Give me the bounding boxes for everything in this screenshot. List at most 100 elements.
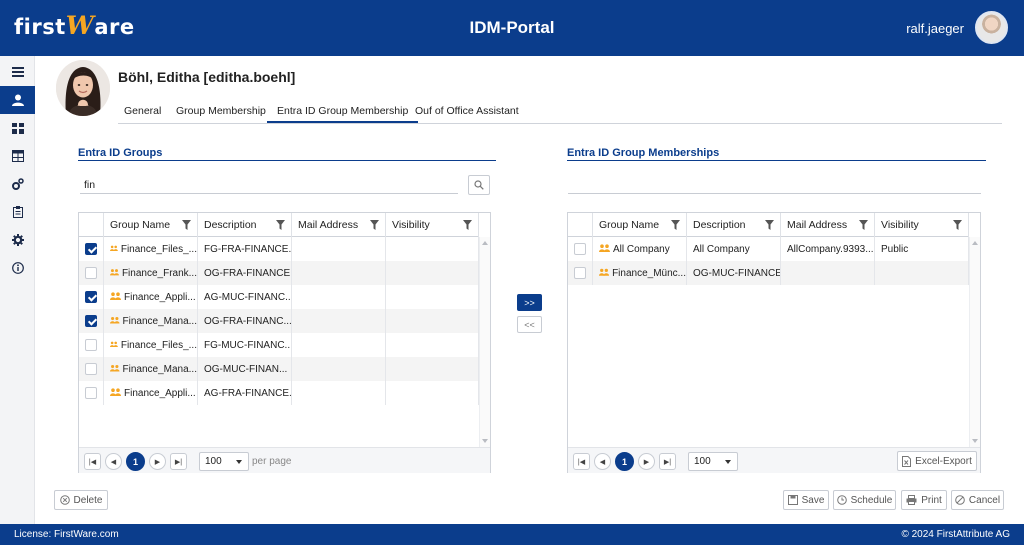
- cell-group-name-text: Finance_Appli...: [124, 387, 196, 399]
- table-row[interactable]: All Company All Company AllCompany.9393...…: [568, 237, 969, 261]
- next-page-button[interactable]: ▶: [638, 453, 655, 470]
- scroll-up-icon[interactable]: [972, 241, 978, 245]
- schedule-button[interactable]: Schedule: [833, 490, 896, 510]
- excel-export-label: Excel-Export: [915, 455, 972, 467]
- table-row[interactable]: Finance_Appli... AG-FRA-FINANCE...: [79, 381, 479, 405]
- row-checkbox[interactable]: [574, 243, 586, 255]
- cell-mail-address: [781, 261, 875, 285]
- gears-icon[interactable]: [0, 170, 35, 198]
- column-group-name[interactable]: Group Name: [104, 213, 198, 237]
- user-avatar[interactable]: [975, 11, 1008, 44]
- tab-general[interactable]: General: [124, 105, 161, 117]
- add-to-memberships-button[interactable]: >>: [517, 294, 542, 311]
- print-button[interactable]: Print: [901, 490, 947, 510]
- column-visibility[interactable]: Visibility: [386, 213, 479, 237]
- groups-search-input[interactable]: [80, 176, 458, 194]
- cell-description-text: OG-MUC-FINAN...: [204, 363, 288, 375]
- row-checkbox[interactable]: [85, 363, 97, 375]
- memberships-pager: |◀ ◀ 1 ▶ ▶| 100 Excel-Export: [568, 447, 980, 473]
- filter-icon[interactable]: [859, 220, 868, 230]
- table-row[interactable]: Finance_Mana... OG-FRA-FINANC...: [79, 309, 479, 333]
- scroll-up-icon[interactable]: [482, 241, 488, 245]
- row-checkbox[interactable]: [85, 291, 97, 303]
- page-size-select[interactable]: 100: [199, 452, 249, 471]
- left-panel-title: Entra ID Groups: [78, 147, 163, 159]
- column-label: Description: [204, 219, 257, 231]
- filter-icon[interactable]: [463, 220, 472, 230]
- user-icon[interactable]: [0, 86, 35, 114]
- remove-from-memberships-button[interactable]: <<: [517, 316, 542, 333]
- filter-icon[interactable]: [765, 220, 774, 230]
- row-checkbox[interactable]: [85, 387, 97, 399]
- row-checkbox[interactable]: [574, 267, 586, 279]
- clipboard-icon[interactable]: [0, 198, 35, 226]
- scroll-down-icon[interactable]: [482, 439, 488, 443]
- settings-icon[interactable]: [0, 226, 35, 254]
- row-checkbox[interactable]: [85, 339, 97, 351]
- user-photo: [56, 60, 110, 116]
- cell-group-name-text: Finance_Mana...: [122, 315, 198, 327]
- info-icon[interactable]: [0, 254, 35, 282]
- excel-export-button[interactable]: Excel-Export: [897, 451, 977, 471]
- license-text[interactable]: License: FirstWare.com: [14, 529, 119, 540]
- print-label: Print: [921, 494, 942, 506]
- table-row[interactable]: Finance_Mana... OG-MUC-FINAN...: [79, 357, 479, 381]
- column-mail-address[interactable]: Mail Address: [292, 213, 386, 237]
- current-page-button[interactable]: 1: [126, 452, 145, 471]
- table-row[interactable]: Finance_Appli... AG-MUC-FINANC...: [79, 285, 479, 309]
- column-group-name[interactable]: Group Name: [593, 213, 687, 237]
- first-page-button[interactable]: |◀: [84, 453, 101, 470]
- select-all-column[interactable]: [568, 213, 593, 237]
- page-size-select[interactable]: 100: [688, 452, 738, 471]
- cancel-button[interactable]: Cancel: [951, 490, 1004, 510]
- schedule-label: Schedule: [850, 494, 893, 506]
- table-row[interactable]: Finance_Münc... OG-MUC-FINANCE: [568, 261, 969, 285]
- next-page-button[interactable]: ▶: [149, 453, 166, 470]
- select-all-column[interactable]: [79, 213, 104, 237]
- scroll-down-icon[interactable]: [972, 439, 978, 443]
- filter-icon[interactable]: [276, 220, 285, 230]
- memberships-grid-scrollbar[interactable]: [969, 237, 980, 447]
- groups-grid-scrollbar[interactable]: [479, 237, 490, 447]
- clock-icon: [836, 495, 847, 505]
- last-page-button[interactable]: ▶|: [659, 453, 676, 470]
- cell-description: OG-MUC-FINAN...: [198, 357, 292, 381]
- username[interactable]: ralf.jaeger: [906, 21, 964, 36]
- tab-entra-id-group-membership[interactable]: Entra ID Group Membership: [267, 105, 419, 123]
- table-row[interactable]: Finance_Frank... OG-FRA-FINANCE: [79, 261, 479, 285]
- first-page-button[interactable]: |◀: [573, 453, 590, 470]
- column-description[interactable]: Description: [198, 213, 292, 237]
- filter-icon[interactable]: [671, 220, 680, 230]
- row-select-cell: [79, 309, 104, 333]
- tab-group-membership[interactable]: Group Membership: [176, 105, 266, 117]
- tab-out-of-office[interactable]: Ouf of Office Assistant: [415, 105, 519, 117]
- column-description[interactable]: Description: [687, 213, 781, 237]
- filter-icon[interactable]: [953, 220, 962, 230]
- row-checkbox[interactable]: [85, 315, 97, 327]
- dashboard-icon[interactable]: [0, 114, 35, 142]
- row-checkbox[interactable]: [85, 267, 97, 279]
- search-button[interactable]: [468, 175, 490, 195]
- row-checkbox[interactable]: [85, 243, 97, 255]
- column-mail-address[interactable]: Mail Address: [781, 213, 875, 237]
- filter-icon[interactable]: [182, 220, 191, 230]
- cell-group-name: Finance_Frank...: [104, 261, 198, 285]
- prev-page-button[interactable]: ◀: [594, 453, 611, 470]
- table-row[interactable]: Finance_Files_... FG-FRA-FINANCE...: [79, 237, 479, 261]
- save-button[interactable]: Save: [783, 490, 829, 510]
- column-visibility[interactable]: Visibility: [875, 213, 969, 237]
- cell-group-name: Finance_Münc...: [593, 261, 687, 285]
- footer: License: FirstWare.com © 2024 FirstAttri…: [0, 524, 1024, 545]
- memberships-search-input[interactable]: [568, 176, 981, 194]
- table-icon[interactable]: [0, 142, 35, 170]
- group-icon: [110, 341, 118, 347]
- current-page-button[interactable]: 1: [615, 452, 634, 471]
- chevron-down-icon: [236, 460, 242, 464]
- menu-icon[interactable]: [0, 58, 35, 86]
- table-row[interactable]: Finance_Files_... FG-MUC-FINANC...: [79, 333, 479, 357]
- last-page-button[interactable]: ▶|: [170, 453, 187, 470]
- filter-icon[interactable]: [370, 220, 379, 230]
- delete-button[interactable]: Delete: [54, 490, 108, 510]
- prev-page-button[interactable]: ◀: [105, 453, 122, 470]
- per-page-label: per page: [252, 456, 292, 467]
